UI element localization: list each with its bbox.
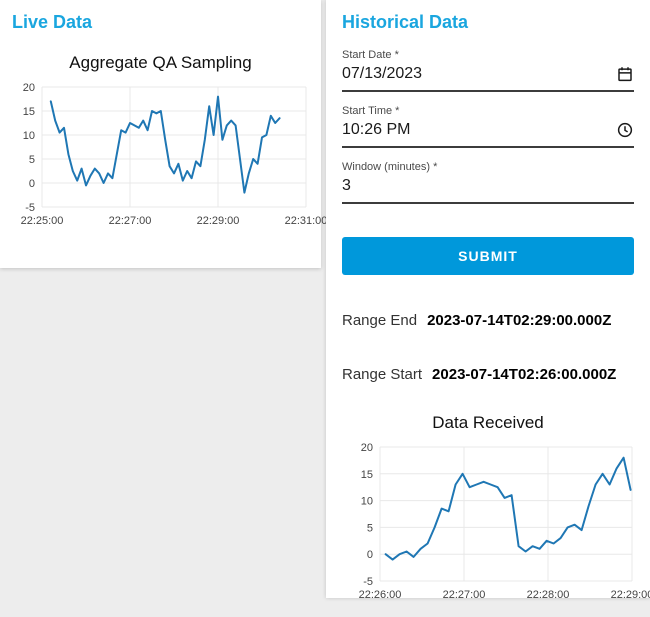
svg-text:20: 20 bbox=[361, 442, 373, 454]
data-received-chart-title: Data Received bbox=[432, 413, 544, 432]
window-minutes-label: Window (minutes) * bbox=[342, 161, 438, 173]
svg-text:10: 10 bbox=[361, 496, 373, 508]
svg-text:20: 20 bbox=[23, 82, 35, 94]
svg-text:10: 10 bbox=[23, 130, 35, 142]
range-start-value: 2023-07-14T02:26:00.000Z bbox=[432, 366, 617, 383]
range-start-row: Range Start 2023-07-14T02:26:00.000Z bbox=[342, 366, 634, 383]
live-data-panel: Live Data Aggregate QA Sampling -5 0 5 10 15… bbox=[0, 0, 328, 598]
start-date-input[interactable] bbox=[342, 63, 616, 85]
svg-text:-5: -5 bbox=[363, 576, 373, 588]
data-received-chart-plot: -5 0 5 10 15 20 22:26:00 22:27:00 22:28:00 22:29:… bbox=[359, 442, 650, 601]
svg-text:22:31:00: 22:31:00 bbox=[285, 215, 328, 227]
range-end-value: 2023-07-14T02:29:00.000Z bbox=[427, 312, 612, 329]
data-received-chart: Data Received -5 0 5 10 15 20 22:26:00 22:27:00… bbox=[342, 413, 650, 617]
historical-data-panel: Historical Data Start Date * Start Time … bbox=[326, 0, 650, 601]
window-minutes-input[interactable] bbox=[342, 175, 634, 197]
svg-text:5: 5 bbox=[367, 522, 373, 534]
live-chart-plot: -5 0 5 10 15 20 22:25:00 22:27:00 22:29:00 22:31:… bbox=[21, 82, 328, 227]
svg-text:22:29:00: 22:29:00 bbox=[197, 215, 240, 227]
start-date-field: Start Date * bbox=[342, 49, 634, 92]
live-chart-title: Aggregate QA Sampling bbox=[69, 53, 252, 72]
clock-icon[interactable] bbox=[616, 121, 634, 139]
start-time-input-row bbox=[342, 119, 634, 148]
svg-text:0: 0 bbox=[367, 549, 373, 561]
svg-text:22:28:00: 22:28:00 bbox=[527, 589, 570, 601]
window-minutes-field: Window (minutes) * bbox=[342, 161, 634, 204]
svg-text:0: 0 bbox=[29, 178, 35, 190]
start-date-input-row bbox=[342, 63, 634, 92]
svg-text:22:26:00: 22:26:00 bbox=[359, 589, 402, 601]
svg-text:5: 5 bbox=[29, 154, 35, 166]
start-time-label: Start Time * bbox=[342, 105, 400, 117]
svg-text:-5: -5 bbox=[25, 202, 35, 214]
start-time-field: Start Time * bbox=[342, 105, 634, 148]
calendar-icon[interactable] bbox=[616, 65, 634, 83]
live-data-title: Live Data bbox=[12, 12, 93, 32]
svg-text:22:25:00: 22:25:00 bbox=[21, 215, 64, 227]
app-root: Live Data Aggregate QA Sampling -5 0 5 10 15… bbox=[0, 0, 650, 601]
svg-text:22:27:00: 22:27:00 bbox=[109, 215, 152, 227]
svg-text:22:29:00: 22:29:00 bbox=[611, 589, 650, 601]
historical-data-title: Historical Data bbox=[342, 12, 469, 32]
svg-text:15: 15 bbox=[361, 469, 373, 481]
start-time-input[interactable] bbox=[342, 119, 616, 141]
submit-button[interactable]: SUBMIT bbox=[342, 237, 634, 275]
svg-text:15: 15 bbox=[23, 106, 35, 118]
live-data-card: Live Data Aggregate QA Sampling -5 0 5 10 15… bbox=[0, 0, 328, 268]
live-chart: Aggregate QA Sampling -5 0 5 10 15 20 22:25:00… bbox=[2, 53, 328, 241]
range-start-label: Range Start bbox=[342, 366, 423, 383]
start-date-label: Start Date * bbox=[342, 49, 399, 61]
window-minutes-input-row bbox=[342, 175, 634, 204]
range-end-row: Range End 2023-07-14T02:29:00.000Z bbox=[342, 312, 634, 329]
svg-text:22:27:00: 22:27:00 bbox=[443, 589, 486, 601]
range-end-label: Range End bbox=[342, 312, 418, 329]
